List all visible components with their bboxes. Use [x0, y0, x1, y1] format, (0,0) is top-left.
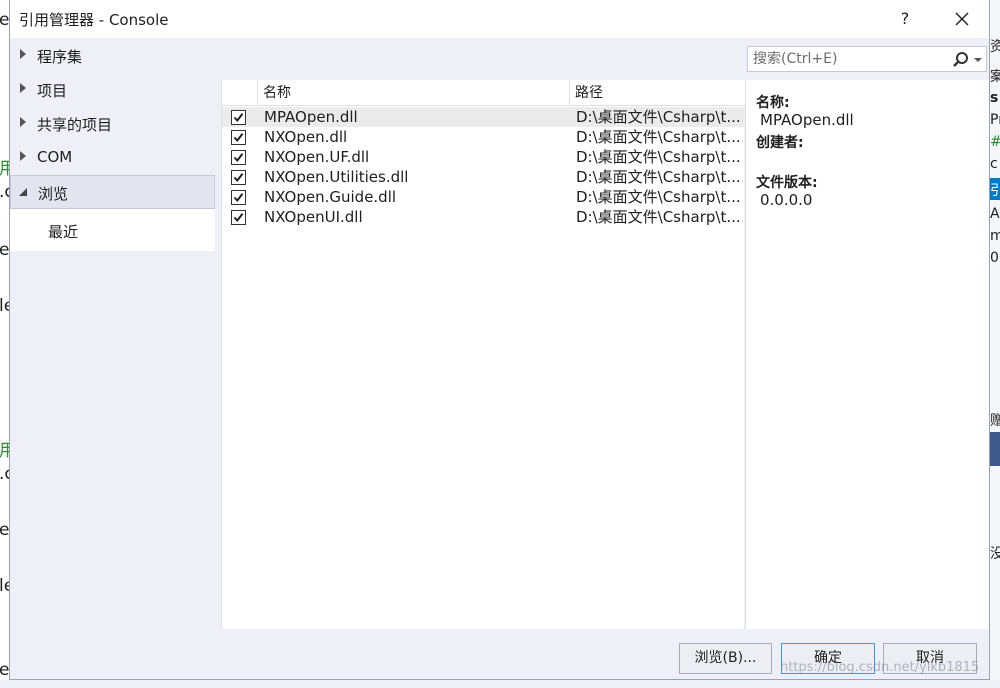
table-row[interactable]: MPAOpen.dll D:\桌面文件\Csharp\t... — [222, 107, 745, 127]
nav-item-label: 共享的项目 — [37, 116, 113, 134]
background-panel-right: 资 案 s Pr # c 引 AF m 06 赠 没 — [990, 0, 1000, 688]
details-creator-label: 创建者: — [756, 135, 804, 151]
row-path: D:\桌面文件\Csharp\t... — [576, 108, 741, 126]
bg-fragment: 06 — [990, 250, 1000, 266]
search-input[interactable] — [753, 50, 943, 68]
checkmark-icon — [233, 213, 244, 223]
nav-subitem-recent[interactable]: 最近 — [10, 209, 215, 251]
collapse-arrow-icon — [19, 188, 27, 196]
row-name: NXOpen.Utilities.dll — [264, 168, 409, 186]
nav-subitem-label: 最近 — [48, 223, 79, 241]
column-header-checkbox[interactable] — [222, 80, 258, 106]
details-panel: 名称: MPAOpen.dll 创建者: 文件版本: 0.0.0.0 — [745, 80, 989, 629]
details-name-label: 名称: — [756, 95, 790, 111]
nav-item-projects[interactable]: 项目 — [10, 73, 215, 107]
bg-fragment: 案 — [990, 69, 1000, 85]
ok-button[interactable]: 确定 — [781, 643, 875, 674]
row-checkbox[interactable] — [231, 170, 246, 185]
table-row[interactable]: NXOpen.Utilities.dll D:\桌面文件\Csharp\t... — [222, 167, 745, 187]
nav-item-com[interactable]: COM — [10, 141, 215, 175]
table-row[interactable]: NXOpen.dll D:\桌面文件\Csharp\t... — [222, 127, 745, 147]
details-name-value: MPAOpen.dll — [760, 111, 854, 129]
title-bar[interactable]: 引用管理器 - Console ? — [10, 0, 989, 38]
nav-item-shared-projects[interactable]: 共享的项目 — [10, 107, 215, 141]
expand-arrow-icon — [20, 83, 26, 93]
row-name: MPAOpen.dll — [264, 108, 358, 126]
list-header: 名称 路径 — [222, 80, 745, 106]
close-icon — [955, 12, 969, 26]
checkmark-icon — [233, 153, 244, 163]
reference-list: 名称 路径 MPAOpen.dll D:\桌面文件\Csharp\t... NXOp… — [221, 80, 745, 629]
row-checkbox[interactable] — [231, 110, 246, 125]
row-path: D:\桌面文件\Csharp\t... — [576, 168, 741, 186]
bg-fragment: m — [990, 228, 1000, 244]
bg-fragment: # — [990, 134, 1000, 150]
row-path: D:\桌面文件\Csharp\t... — [576, 148, 741, 166]
bg-fragment: 资 — [990, 39, 1000, 55]
bg-fragment: Pr — [990, 112, 1000, 128]
bg-fragment: s — [990, 90, 999, 106]
search-box[interactable] — [747, 46, 987, 72]
bg-fragment: AF — [990, 206, 1000, 222]
expand-arrow-icon — [20, 117, 26, 127]
nav-item-label: 浏览 — [38, 185, 69, 203]
category-nav: 程序集 项目 共享的项目 COM 浏览 最近 — [10, 38, 215, 638]
row-checkbox[interactable] — [231, 150, 246, 165]
bg-fragment: 没 — [990, 546, 1000, 562]
close-button[interactable] — [948, 6, 976, 32]
row-name: NXOpen.UF.dll — [264, 148, 370, 166]
details-version-value: 0.0.0.0 — [760, 191, 813, 209]
background-editor-left: e 用 .c e le 用 .c e le e() — [0, 0, 23, 688]
row-path: D:\桌面文件\Csharp\t... — [576, 188, 741, 206]
row-checkbox[interactable] — [231, 210, 246, 225]
row-path: D:\桌面文件\Csharp\t... — [576, 128, 741, 146]
nav-item-label: 项目 — [37, 82, 68, 100]
details-version-label: 文件版本: — [756, 175, 818, 191]
checkmark-icon — [233, 193, 244, 203]
row-checkbox[interactable] — [231, 130, 246, 145]
table-row[interactable]: NXOpen.Guide.dll D:\桌面文件\Csharp\t... — [222, 187, 745, 207]
expand-arrow-icon — [20, 49, 26, 59]
column-header-path[interactable]: 路径 — [570, 80, 745, 106]
checkmark-icon — [233, 133, 244, 143]
nav-item-assemblies[interactable]: 程序集 — [10, 39, 215, 73]
checkmark-icon — [233, 113, 244, 123]
table-row[interactable]: NXOpen.UF.dll D:\桌面文件\Csharp\t... — [222, 147, 745, 167]
bg-fragment: 引 — [990, 183, 1000, 199]
row-path: D:\桌面文件\Csharp\t... — [576, 208, 741, 226]
cancel-button[interactable]: 取消 — [883, 643, 977, 674]
nav-item-browse[interactable]: 浏览 — [10, 175, 215, 209]
search-options-dropdown-icon[interactable] — [974, 58, 982, 62]
row-name: NXOpen.dll — [264, 128, 348, 146]
window-title: 引用管理器 - Console — [19, 11, 169, 29]
checkmark-icon — [233, 173, 244, 183]
expand-arrow-icon — [20, 151, 26, 161]
help-button[interactable]: ? — [892, 6, 918, 32]
table-row[interactable]: NXOpenUI.dll D:\桌面文件\Csharp\t... — [222, 207, 745, 227]
bg-fragment: c — [990, 156, 998, 172]
row-name: NXOpenUI.dll — [264, 208, 363, 226]
search-icon[interactable] — [951, 50, 971, 70]
row-name: NXOpen.Guide.dll — [264, 188, 397, 206]
reference-manager-dialog: 引用管理器 - Console ? 程序集 项目 共享的项目 COM 浏览 最近… — [9, 0, 990, 680]
bg-fragment: 赠 — [990, 413, 1000, 429]
browse-button[interactable]: 浏览(B)... — [679, 643, 772, 674]
nav-item-label: COM — [37, 148, 73, 166]
column-header-name[interactable]: 名称 — [258, 80, 570, 106]
nav-item-label: 程序集 — [37, 48, 83, 66]
background-statusbar — [0, 680, 1000, 688]
row-checkbox[interactable] — [231, 190, 246, 205]
